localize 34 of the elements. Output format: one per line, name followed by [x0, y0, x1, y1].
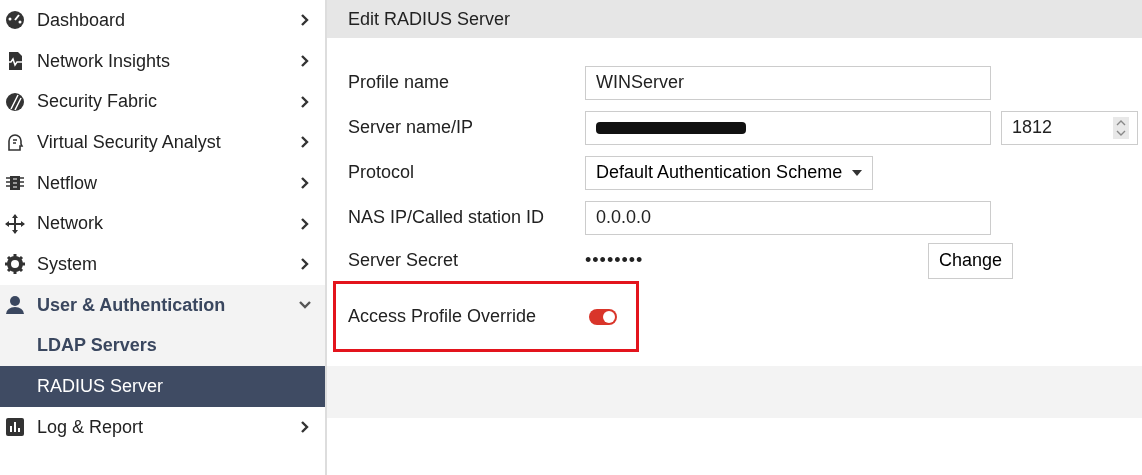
field-label: Access Profile Override [348, 305, 538, 328]
field-label: Profile name [348, 71, 451, 94]
field-label: NAS IP/Called station ID [348, 206, 546, 229]
sidebar-item[interactable]: Virtual Security Analyst [0, 122, 325, 163]
striped-circle-icon [4, 91, 26, 112]
text-field[interactable]: 0.0.0.0 [585, 200, 991, 235]
text-field[interactable] [585, 110, 991, 145]
field-label: Server Secret [348, 249, 460, 272]
change-button[interactable]: Change [927, 242, 1013, 279]
caret-icon [852, 169, 863, 176]
sidebar-item[interactable]: System [0, 244, 325, 285]
sidebar-item[interactable]: Dashboard [0, 0, 325, 41]
text-field[interactable]: WINServer [585, 65, 991, 100]
sidebar-item[interactable]: Security Fabric [0, 81, 325, 123]
field-label: Protocol [348, 161, 416, 184]
sidebar-item[interactable]: Netflow [0, 162, 325, 204]
bar-chart-icon [4, 417, 26, 438]
field-value: 1812 [1012, 116, 1053, 139]
move-arrows-icon [4, 213, 26, 234]
panel-title: Edit RADIUS Server [348, 7, 511, 31]
gear-icon [4, 254, 26, 275]
field-label: Server name/IP [348, 116, 475, 139]
submenu-item[interactable]: RADIUS Server [0, 366, 325, 407]
number-field[interactable]: 1812 [1001, 110, 1138, 145]
spinner-icon[interactable] [1113, 116, 1129, 139]
sidebar-item[interactable]: Log & Report [0, 406, 325, 448]
dropdown[interactable]: Default Authentication Scheme [585, 155, 874, 190]
submenu-item[interactable]: LDAP Servers [0, 325, 325, 367]
sidebar-item[interactable]: Network [0, 203, 325, 245]
gauge-icon [4, 10, 26, 31]
masked-secret: •••••••• [585, 249, 644, 272]
toggle-switch[interactable] [589, 308, 617, 325]
user-icon [4, 295, 26, 316]
sidebar-item[interactable]: Network Insights [0, 40, 325, 82]
